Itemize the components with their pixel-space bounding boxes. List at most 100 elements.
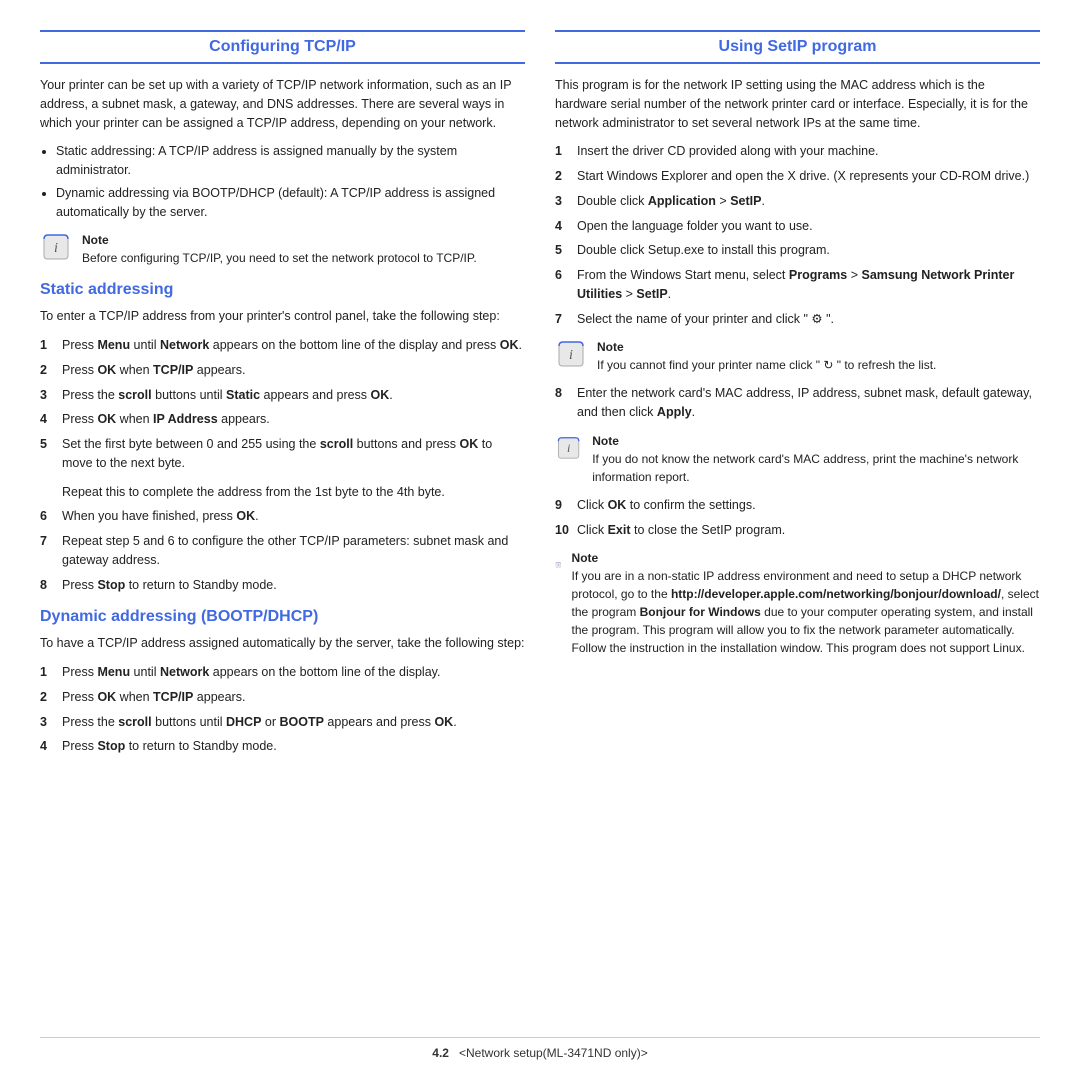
step-num: 4 xyxy=(40,410,54,429)
step-text: Start Windows Explorer and open the X dr… xyxy=(577,167,1040,186)
footer-inner: 4.2 <Network setup(ML-3471ND only)> xyxy=(40,1046,1040,1060)
right-note2-box: i Note If you do not know the network ca… xyxy=(555,432,1040,486)
note1-content: Note If you cannot find your printer nam… xyxy=(597,338,936,374)
note3-text: If you are in a non-static IP address en… xyxy=(572,569,1039,655)
step-text: Press Stop to return to Standby mode. xyxy=(62,737,525,756)
note-icon: i xyxy=(40,231,72,263)
note-content: Note Before configuring TCP/IP, you need… xyxy=(82,231,477,267)
static-steps-list: 1 Press Menu until Network appears on th… xyxy=(40,336,525,473)
step-text: Set the first byte between 0 and 255 usi… xyxy=(62,435,525,473)
note2-content: Note If you do not know the network card… xyxy=(592,432,1040,486)
footer: 4.2 <Network setup(ML-3471ND only)> xyxy=(40,1037,1040,1060)
page-wrapper: Configuring TCP/IP Your printer can be s… xyxy=(0,0,1080,1080)
step-num: 8 xyxy=(555,384,569,422)
step-num: 4 xyxy=(555,217,569,236)
static-step-8: 8 Press Stop to return to Standby mode. xyxy=(40,576,525,595)
step-num: 8 xyxy=(40,576,54,595)
static-step-1: 1 Press Menu until Network appears on th… xyxy=(40,336,525,355)
right-steps3-list: 9 Click OK to confirm the settings. 10 C… xyxy=(555,496,1040,540)
step-num: 4 xyxy=(40,737,54,756)
static-indent: Repeat this to complete the address from… xyxy=(62,483,525,502)
step-num: 6 xyxy=(555,266,569,304)
left-section-header: Configuring TCP/IP xyxy=(40,30,525,64)
step-num: 10 xyxy=(555,521,569,540)
right-step-5: 5 Double click Setup.exe to install this… xyxy=(555,241,1040,260)
svg-text:i: i xyxy=(54,241,58,256)
right-steps-list: 1 Insert the driver CD provided along wi… xyxy=(555,142,1040,328)
step-text: From the Windows Start menu, select Prog… xyxy=(577,266,1040,304)
step-text: Open the language folder you want to use… xyxy=(577,217,1040,236)
step-num: 1 xyxy=(555,142,569,161)
right-step-9: 9 Click OK to confirm the settings. xyxy=(555,496,1040,515)
note1-text: If you cannot find your printer name cli… xyxy=(597,358,936,372)
right-note3-box: i Note If you are in a non-static IP add… xyxy=(555,549,1040,657)
right-step-6: 6 From the Windows Start menu, select Pr… xyxy=(555,266,1040,304)
right-step-7: 7 Select the name of your printer and cl… xyxy=(555,310,1040,329)
right-section-header: Using SetIP program xyxy=(555,30,1040,64)
step-text: Click Exit to close the SetIP program. xyxy=(577,521,1040,540)
step-num: 3 xyxy=(555,192,569,211)
bullet-item: Static addressing: A TCP/IP address is a… xyxy=(56,142,525,180)
right-column: Using SetIP program This program is for … xyxy=(555,30,1040,1027)
step-text: Select the name of your printer and clic… xyxy=(577,310,1040,329)
note-icon: i xyxy=(555,549,562,581)
step-text: When you have finished, press OK. xyxy=(62,507,525,526)
svg-text:i: i xyxy=(569,348,573,363)
note-label: Note xyxy=(82,233,109,247)
dynamic-title: Dynamic addressing (BOOTP/DHCP) xyxy=(40,608,525,626)
right-step-8: 8 Enter the network card's MAC address, … xyxy=(555,384,1040,422)
note2-label: Note xyxy=(592,434,619,448)
step-text: Press OK when TCP/IP appears. xyxy=(62,688,525,707)
step-num: 3 xyxy=(40,386,54,405)
step-num: 1 xyxy=(40,336,54,355)
step-num: 1 xyxy=(40,663,54,682)
static-step-7: 7 Repeat step 5 and 6 to configure the o… xyxy=(40,532,525,570)
note3-label: Note xyxy=(572,551,599,565)
step-text: Press Stop to return to Standby mode. xyxy=(62,576,525,595)
step-num: 5 xyxy=(40,435,54,473)
step-num: 7 xyxy=(40,532,54,570)
static-steps2-list: 6 When you have finished, press OK. 7 Re… xyxy=(40,507,525,594)
right-note1-box: i Note If you cannot find your printer n… xyxy=(555,338,1040,374)
step-text: Press Menu until Network appears on the … xyxy=(62,336,525,355)
left-intro: Your printer can be set up with a variet… xyxy=(40,76,525,132)
static-step-2: 2 Press OK when TCP/IP appears. xyxy=(40,361,525,380)
left-bullets: Static addressing: A TCP/IP address is a… xyxy=(56,142,525,221)
right-intro: This program is for the network IP setti… xyxy=(555,76,1040,132)
step-num: 5 xyxy=(555,241,569,260)
note1-label: Note xyxy=(597,340,624,354)
step-num: 6 xyxy=(40,507,54,526)
step-num: 2 xyxy=(40,688,54,707)
static-title: Static addressing xyxy=(40,281,525,299)
right-header-title: Using SetIP program xyxy=(555,38,1040,56)
note-icon: i xyxy=(555,338,587,370)
right-steps2-list: 8 Enter the network card's MAC address, … xyxy=(555,384,1040,422)
note3-content: Note If you are in a non-static IP addre… xyxy=(572,549,1040,657)
right-step-4: 4 Open the language folder you want to u… xyxy=(555,217,1040,236)
step-text: Double click Application > SetIP. xyxy=(577,192,1040,211)
step-text: Press Menu until Network appears on the … xyxy=(62,663,525,682)
right-step-3: 3 Double click Application > SetIP. xyxy=(555,192,1040,211)
left-header-title: Configuring TCP/IP xyxy=(40,38,525,56)
static-step-4: 4 Press OK when IP Address appears. xyxy=(40,410,525,429)
step-text: Enter the network card's MAC address, IP… xyxy=(577,384,1040,422)
note-text: Before configuring TCP/IP, you need to s… xyxy=(82,251,477,265)
step-text: Repeat step 5 and 6 to configure the oth… xyxy=(62,532,525,570)
content-area: Configuring TCP/IP Your printer can be s… xyxy=(40,30,1040,1027)
step-num: 2 xyxy=(555,167,569,186)
right-step-10: 10 Click Exit to close the SetIP program… xyxy=(555,521,1040,540)
dynamic-steps-list: 1 Press Menu until Network appears on th… xyxy=(40,663,525,756)
dynamic-step-1: 1 Press Menu until Network appears on th… xyxy=(40,663,525,682)
step-num: 9 xyxy=(555,496,569,515)
right-step-2: 2 Start Windows Explorer and open the X … xyxy=(555,167,1040,186)
step-num: 7 xyxy=(555,310,569,329)
step-text: Press the scroll buttons until DHCP or B… xyxy=(62,713,525,732)
step-text: Insert the driver CD provided along with… xyxy=(577,142,1040,161)
note-icon: i xyxy=(555,432,582,464)
footer-subtitle: <Network setup(ML-3471ND only)> xyxy=(459,1046,648,1060)
static-intro: To enter a TCP/IP address from your prin… xyxy=(40,307,525,326)
dynamic-step-2: 2 Press OK when TCP/IP appears. xyxy=(40,688,525,707)
step-text: Double click Setup.exe to install this p… xyxy=(577,241,1040,260)
dynamic-intro: To have a TCP/IP address assigned automa… xyxy=(40,634,525,653)
step-text: Press OK when IP Address appears. xyxy=(62,410,525,429)
